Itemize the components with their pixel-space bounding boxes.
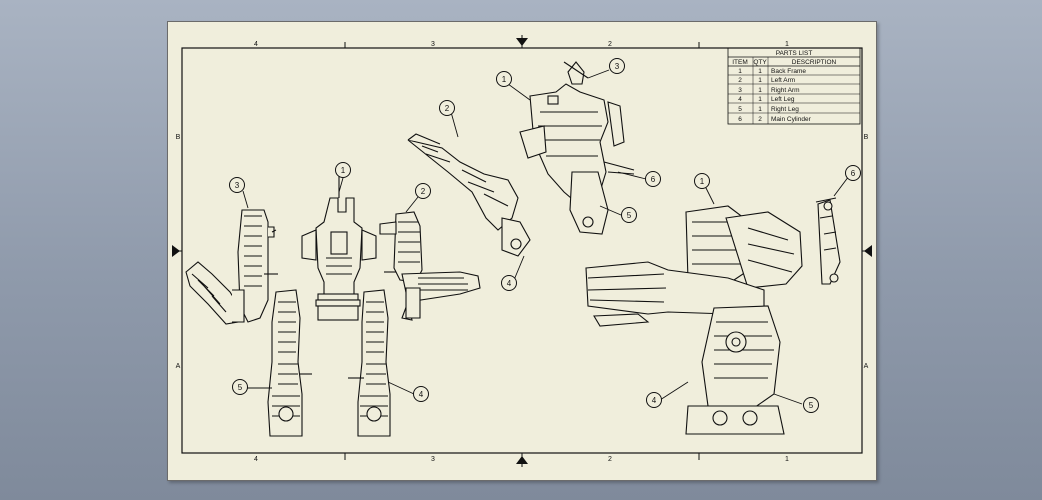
parts-list-cell: Right Arm [771, 87, 800, 94]
balloon-item-2: 2 [439, 100, 455, 116]
parts-list-table: PARTS LIST ITEM QTY DESCRIPTION 1 1 Back… [727, 47, 861, 125]
parts-list-cell: Main Cylinder [771, 116, 812, 123]
parts-list-cell: 2 [758, 116, 762, 123]
drawing-sheet: 4 3 2 1 4 3 2 1 B A B A PARTS LIST ITEM … [167, 21, 877, 481]
parts-list-cell: Left Arm [771, 77, 795, 84]
parts-list-cell: 2 [738, 77, 742, 84]
zone-row-left-a: A [176, 363, 181, 370]
parts-list-header-description: DESCRIPTION [792, 59, 837, 66]
balloon-number: 5 [627, 211, 632, 220]
zone-col-top-3: 3 [431, 41, 435, 48]
balloon-item-6: 6 [845, 165, 861, 181]
balloon-number: 6 [851, 169, 856, 178]
balloon-number: 2 [421, 187, 426, 196]
zone-col-top-2: 2 [608, 41, 612, 48]
balloon-number: 4 [419, 390, 424, 399]
zone-row-right-a: A [864, 363, 869, 370]
parts-list-title: PARTS LIST [776, 50, 813, 57]
right-arm-view [185, 209, 278, 325]
parts-list-cell: Right Leg [771, 106, 799, 113]
right-leg-view [267, 289, 312, 437]
balloon-item-5: 5 [803, 397, 819, 413]
balloon-item-2: 2 [415, 183, 431, 199]
zone-row-right-b: B [864, 134, 869, 141]
parts-list-cell: 1 [758, 106, 762, 113]
balloon-item-3: 3 [229, 177, 245, 193]
parts-list-cell: 1 [738, 68, 742, 75]
balloon-number: 2 [445, 104, 450, 113]
balloon-number: 3 [235, 181, 240, 190]
balloon-number: 1 [502, 75, 507, 84]
parts-list-header-item: ITEM [732, 59, 748, 66]
balloon-item-1: 1 [335, 162, 351, 178]
isometric-assembly-view [407, 61, 635, 257]
balloon-number: 3 [615, 62, 620, 71]
balloon-item-4: 4 [646, 392, 662, 408]
balloon-number: 6 [651, 175, 656, 184]
balloon-number: 1 [700, 177, 705, 186]
zone-row-left-b: B [176, 134, 181, 141]
balloon-item-6: 6 [645, 171, 661, 187]
parts-list-cell: 1 [758, 77, 762, 84]
zone-col-bottom-3: 3 [431, 456, 435, 463]
parts-list-cell: 6 [738, 116, 742, 123]
left-arm-view [379, 211, 481, 321]
parts-list-cell: Back Frame [771, 68, 806, 75]
parts-list-cell: 1 [758, 68, 762, 75]
balloon-number: 5 [238, 383, 243, 392]
zone-col-top-4: 4 [254, 41, 258, 48]
parts-list-cell: 5 [738, 106, 742, 113]
balloon-item-5: 5 [621, 207, 637, 223]
side-assembly-view [585, 197, 841, 435]
balloon-number: 4 [507, 279, 512, 288]
zone-col-bottom-2: 2 [608, 456, 612, 463]
balloon-item-5: 5 [232, 379, 248, 395]
parts-list-header-qty: QTY [753, 59, 767, 66]
parts-list-cell: Left Leg [771, 96, 795, 103]
balloon-number: 4 [652, 396, 657, 405]
technical-drawing: 4 3 2 1 4 3 2 1 B A B A PARTS LIST ITEM … [172, 35, 872, 467]
parts-list-cell: 1 [758, 96, 762, 103]
balloon-item-1: 1 [694, 173, 710, 189]
parts-list-cell: 4 [738, 96, 742, 103]
zone-col-bottom-1: 1 [785, 456, 789, 463]
parts-list-cell: 1 [758, 87, 762, 94]
balloon-number: 5 [809, 401, 814, 410]
zone-col-top-1: 1 [785, 41, 789, 48]
balloon-item-4: 4 [413, 386, 429, 402]
zone-col-bottom-4: 4 [254, 456, 258, 463]
balloon-number: 1 [341, 166, 346, 175]
balloon-item-1: 1 [496, 71, 512, 87]
balloon-item-4: 4 [501, 275, 517, 291]
balloon-item-3: 3 [609, 58, 625, 74]
parts-list-cell: 3 [738, 87, 742, 94]
